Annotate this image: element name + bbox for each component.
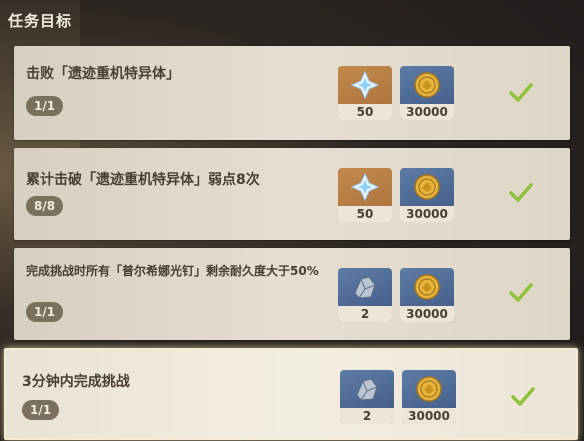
task-card: 击败「遗迹重机特异体」 1/1 50 30000 (14, 46, 570, 140)
check-icon (511, 387, 535, 406)
check-icon (509, 283, 533, 302)
reward-mora[interactable]: 30000 (400, 268, 454, 322)
reward-mora[interactable]: 30000 (402, 370, 456, 424)
reward-ore-material[interactable]: 2 (338, 268, 392, 322)
reward-qty: 30000 (402, 408, 456, 424)
reward-ore-material[interactable]: 2 (340, 370, 394, 424)
task-progress-badge: 1/1 (26, 302, 64, 322)
check-icon (509, 83, 533, 102)
mora-coin-icon (400, 268, 454, 306)
primogem-icon (338, 168, 392, 206)
reward-primogem[interactable]: 50 (338, 66, 392, 120)
reward-primogem[interactable]: 50 (338, 168, 392, 222)
task-title: 累计击破「遗迹重机特异体」弱点8次 (26, 172, 260, 188)
task-title: 击败「遗迹重机特异体」 (26, 66, 180, 82)
ore-material-icon (338, 268, 392, 306)
primogem-icon (338, 66, 392, 104)
reward-qty: 50 (338, 206, 392, 222)
reward-qty: 30000 (400, 104, 454, 120)
reward-qty: 2 (338, 306, 392, 322)
page-title: 任务目标 (8, 12, 73, 30)
task-progress-badge: 1/1 (22, 400, 60, 420)
check-icon (509, 183, 533, 202)
task-title: 3分钟内完成挑战 (22, 374, 130, 390)
task-card: 完成挑战时所有「普尔希娜光钉」剩余耐久度大于50% 1/1 2 30000 (14, 248, 570, 340)
task-card-selected[interactable]: 3分钟内完成挑战 1/1 2 30000 (4, 348, 578, 440)
mora-coin-icon (400, 66, 454, 104)
reward-qty: 50 (338, 104, 392, 120)
task-title: 完成挑战时所有「普尔希娜光钉」剩余耐久度大于50% (26, 264, 319, 278)
ore-material-icon (340, 370, 394, 408)
task-progress-badge: 8/8 (26, 196, 64, 216)
mora-coin-icon (400, 168, 454, 206)
reward-qty: 30000 (400, 306, 454, 322)
task-progress-badge: 1/1 (26, 96, 64, 116)
reward-qty: 30000 (400, 206, 454, 222)
reward-qty: 2 (340, 408, 394, 424)
task-card: 累计击破「遗迹重机特异体」弱点8次 8/8 50 30000 (14, 148, 570, 240)
reward-mora[interactable]: 30000 (400, 168, 454, 222)
mora-coin-icon (402, 370, 456, 408)
reward-mora[interactable]: 30000 (400, 66, 454, 120)
